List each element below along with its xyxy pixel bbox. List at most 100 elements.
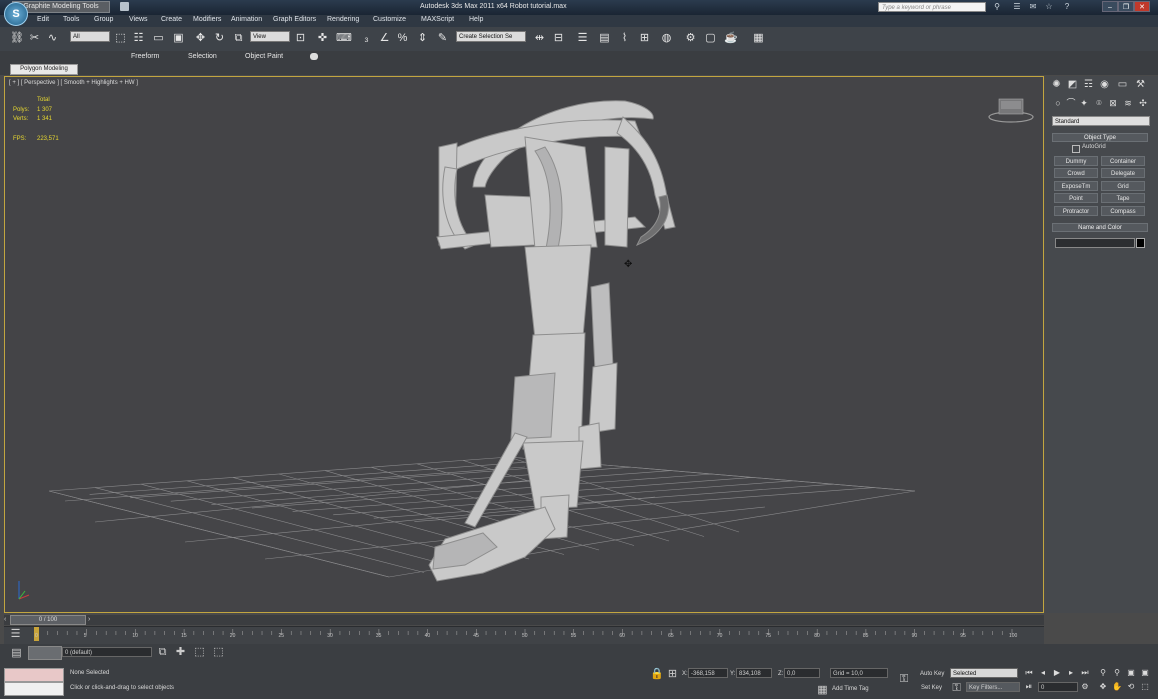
point-button[interactable]: Point — [1054, 193, 1098, 203]
named-selection-sets-dropdown[interactable]: Create Selection Se — [456, 31, 526, 42]
play-icon[interactable]: ▶ — [1052, 668, 1062, 678]
align-icon[interactable]: ⊟ — [552, 32, 565, 45]
render-production-icon[interactable]: ☕ — [724, 32, 738, 45]
layer-manager-icon[interactable]: ☰ — [576, 32, 589, 45]
link-icon[interactable]: ⛓ — [10, 32, 24, 45]
geometry-icon[interactable]: ○ — [1053, 98, 1063, 109]
systems-icon[interactable]: ✣ — [1138, 98, 1148, 109]
menu-views[interactable]: Views — [129, 16, 148, 23]
snaps-toggle-icon[interactable]: ₃ — [360, 32, 373, 45]
lights-icon[interactable]: ✦ — [1079, 98, 1089, 109]
graphite-toggle-icon[interactable]: ▤ — [598, 32, 611, 45]
slider-next-icon[interactable]: › — [88, 615, 94, 625]
utilities-tab-icon[interactable]: ⚒ — [1134, 78, 1147, 91]
auto-key-button[interactable]: Auto Key — [920, 671, 944, 677]
schematic-view-icon[interactable]: ⊞ — [638, 32, 651, 45]
maximize-button[interactable]: ❐ — [1118, 1, 1134, 12]
menu-graph-editors[interactable]: Graph Editors — [273, 16, 316, 23]
object-color-swatch[interactable] — [1136, 238, 1145, 248]
layer-toolbar-toggle[interactable] — [28, 646, 62, 660]
edit-named-selection-icon[interactable]: ✎ — [436, 32, 449, 45]
minimize-button[interactable]: – — [1102, 1, 1118, 12]
help-icon[interactable]: ? — [1062, 2, 1072, 12]
tape-button[interactable]: Tape — [1101, 193, 1145, 203]
crowd-button[interactable]: Crowd — [1054, 168, 1098, 178]
menu-modifiers[interactable]: Modifiers — [193, 16, 221, 23]
absolute-mode-icon[interactable]: ⊞ — [666, 668, 679, 681]
communication-icon[interactable]: ✉ — [1028, 2, 1038, 12]
time-tag-icon[interactable]: ▦ — [816, 684, 829, 697]
field-of-view-icon[interactable]: ✥ — [1098, 682, 1108, 692]
rotate-icon[interactable]: ↻ — [213, 32, 226, 45]
subscription-icon[interactable]: ☰ — [1012, 2, 1022, 12]
spinner-snap-icon[interactable]: ⇕ — [416, 32, 429, 45]
go-to-start-icon[interactable]: ⏮ — [1024, 668, 1034, 678]
y-coordinate-field[interactable]: 834,108 — [736, 668, 772, 678]
display-tab-icon[interactable]: ▭ — [1116, 78, 1129, 91]
object-type-rollout[interactable]: Object Type — [1052, 133, 1148, 142]
zoom-extents-all-icon[interactable]: ▣ — [1140, 668, 1150, 678]
dummy-button[interactable]: Dummy — [1054, 156, 1098, 166]
key-mode-toggle-icon[interactable]: ⏯ — [1024, 682, 1034, 692]
name-and-color-rollout[interactable]: Name and Color — [1052, 223, 1148, 232]
time-configuration-icon[interactable]: ⚙ — [1080, 682, 1090, 692]
select-manipulate-icon[interactable]: ✜ — [316, 32, 329, 45]
cameras-icon[interactable]: ⌾ — [1094, 98, 1104, 109]
modify-tab-icon[interactable]: ◩ — [1066, 78, 1079, 91]
lock-selection-icon[interactable]: 🔒 — [650, 668, 664, 681]
object-category-dropdown[interactable]: Standard — [1052, 116, 1150, 126]
next-frame-icon[interactable]: ▸ — [1066, 668, 1076, 678]
binoculars-icon[interactable]: ⚲ — [992, 2, 1002, 12]
maxscript-listener-field[interactable] — [4, 668, 64, 682]
viewcube[interactable] — [988, 98, 1034, 123]
window-crossing-icon[interactable]: ▣ — [172, 32, 185, 45]
project-folder-icon[interactable] — [120, 2, 129, 11]
search-input[interactable]: Type a keyword or phrase — [878, 2, 986, 12]
perspective-viewport[interactable]: [ + ] [ Perspective ] [ Smooth + Highlig… — [4, 76, 1044, 613]
menu-customize[interactable]: Customize — [373, 16, 406, 23]
open-mini-curve-editor-icon[interactable]: ☰ — [9, 628, 22, 641]
delegate-button[interactable]: Delegate — [1101, 168, 1145, 178]
time-slider-thumb[interactable]: 0 / 100 — [10, 615, 86, 625]
ribbon-options-icon[interactable] — [310, 53, 318, 60]
grid-button[interactable]: Grid — [1101, 181, 1145, 191]
close-button[interactable]: ✕ — [1134, 1, 1150, 12]
layer-dropdown[interactable]: 0 (default) — [62, 647, 152, 657]
create-layer-icon[interactable]: ⧉ — [156, 646, 169, 659]
go-to-end-icon[interactable]: ⏭ — [1080, 668, 1090, 678]
bind-space-warp-icon[interactable]: ∿ — [46, 32, 59, 45]
compass-button[interactable]: Compass — [1101, 206, 1145, 216]
motion-tab-icon[interactable]: ◉ — [1098, 78, 1111, 91]
percent-snap-icon[interactable]: % — [396, 32, 409, 45]
tab-selection[interactable]: Selection — [188, 53, 217, 60]
time-slider[interactable] — [4, 615, 1044, 625]
object-name-field[interactable] — [1055, 238, 1135, 248]
pivot-center-icon[interactable]: ⊡ — [294, 32, 307, 45]
set-key-icon[interactable]: ⚿ — [894, 672, 914, 686]
curve-editor-icon[interactable]: ⌇ — [618, 32, 631, 45]
maxscript-output-field[interactable] — [4, 682, 64, 696]
angle-snap-icon[interactable]: ∠ — [378, 32, 391, 45]
polygon-modeling-panel[interactable]: Polygon Modeling — [10, 64, 78, 75]
select-by-name-icon[interactable]: ☷ — [132, 32, 145, 45]
x-coordinate-field[interactable]: -368,158 — [688, 668, 728, 678]
menu-group[interactable]: Group — [94, 16, 113, 23]
zoom-icon[interactable]: ⚲ — [1098, 668, 1108, 678]
extra-tools-icon[interactable]: ▦ — [752, 32, 765, 45]
render-setup-icon[interactable]: ⚙ — [684, 32, 697, 45]
menu-edit[interactable]: Edit — [37, 16, 49, 23]
mirror-icon[interactable]: ⇹ — [533, 32, 546, 45]
add-to-layer-icon[interactable]: ✚ — [174, 646, 187, 659]
rectangular-selection-icon[interactable]: ▭ — [152, 32, 165, 45]
tab-freeform[interactable]: Freeform — [131, 53, 159, 60]
favorites-icon[interactable]: ☆ — [1044, 2, 1054, 12]
current-frame-field[interactable]: 0 — [1038, 682, 1078, 692]
z-coordinate-field[interactable]: 0,0 — [784, 668, 820, 678]
tab-object-paint[interactable]: Object Paint — [245, 53, 283, 60]
set-current-layer-icon[interactable]: ⬚ — [212, 646, 225, 659]
set-key-button[interactable]: Set Key — [921, 685, 942, 691]
material-editor-icon[interactable]: ◍ — [660, 32, 673, 45]
rendered-frame-window-icon[interactable]: ▢ — [704, 32, 717, 45]
layer-icon[interactable]: ▤ — [10, 647, 23, 660]
key-mode-dropdown[interactable]: Selected — [950, 668, 1018, 678]
